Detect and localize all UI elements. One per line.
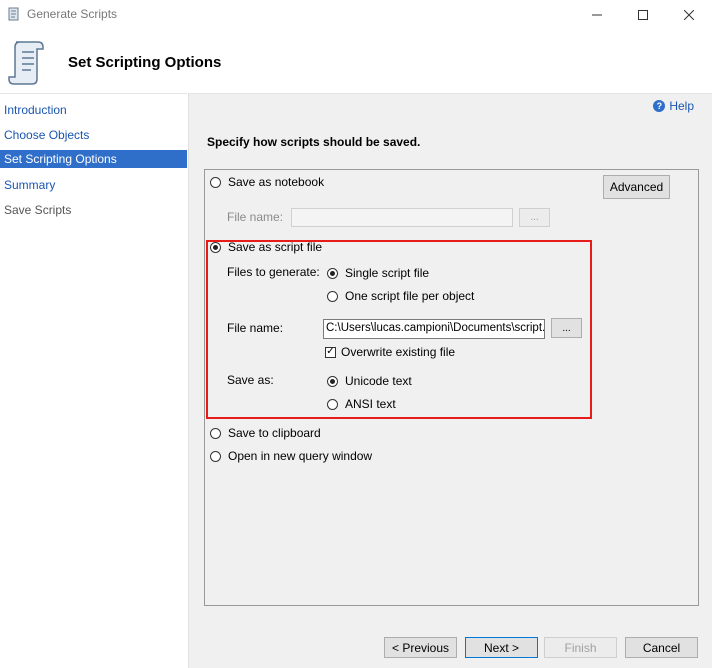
- wizard-nav: Introduction Choose Objects Set Scriptin…: [0, 93, 187, 668]
- nav-item-set-scripting-options[interactable]: Set Scripting Options: [0, 150, 187, 168]
- title-bar: Generate Scripts: [0, 0, 712, 30]
- close-icon: [684, 10, 694, 20]
- nav-item-save-scripts: Save Scripts: [4, 203, 72, 217]
- radio-indicator: [210, 427, 221, 439]
- help-label: Help: [669, 99, 694, 113]
- help-link[interactable]: ? Help: [653, 99, 694, 113]
- nav-item-introduction[interactable]: Introduction: [0, 101, 187, 119]
- radio-indicator: [210, 176, 221, 188]
- minimize-button[interactable]: [574, 0, 620, 30]
- nav-item-summary[interactable]: Summary: [0, 176, 187, 194]
- open-in-query-window-radio[interactable]: Open in new query window: [210, 449, 372, 463]
- instruction-text: Specify how scripts should be saved.: [207, 135, 421, 149]
- minimize-icon: [592, 14, 602, 16]
- open-in-query-window-label: Open in new query window: [228, 449, 373, 463]
- nav-item-choose-objects[interactable]: Choose Objects: [0, 126, 187, 144]
- cancel-button[interactable]: Cancel: [625, 637, 698, 658]
- scroll-icon: [8, 7, 19, 21]
- notebook-file-name-input: [291, 208, 513, 227]
- help-icon: ?: [653, 100, 666, 112]
- maximize-icon: [638, 10, 648, 20]
- finish-button: Finish: [544, 637, 617, 658]
- main-panel: ? Help Specify how scripts should be sav…: [188, 93, 712, 668]
- previous-button[interactable]: < Previous: [384, 637, 457, 658]
- window-title: Generate Scripts: [27, 7, 118, 21]
- save-to-clipboard-label: Save to clipboard: [228, 426, 321, 440]
- save-to-clipboard-radio[interactable]: Save to clipboard: [210, 426, 321, 440]
- advanced-button[interactable]: Advanced: [603, 175, 670, 199]
- highlight-box: [206, 240, 592, 419]
- save-as-notebook-radio[interactable]: Save as notebook: [210, 175, 324, 189]
- page-title: Set Scripting Options: [68, 54, 222, 71]
- next-button[interactable]: Next >: [465, 637, 538, 658]
- notebook-browse-button: ...: [519, 208, 550, 227]
- wizard-header: Set Scripting Options: [0, 30, 712, 93]
- radio-indicator: [210, 450, 221, 462]
- save-as-notebook-label: Save as notebook: [228, 175, 325, 189]
- notebook-file-name-label: File name:: [227, 210, 284, 224]
- close-button[interactable]: [666, 0, 712, 30]
- script-scroll-icon: [8, 41, 44, 85]
- maximize-button[interactable]: [620, 0, 666, 30]
